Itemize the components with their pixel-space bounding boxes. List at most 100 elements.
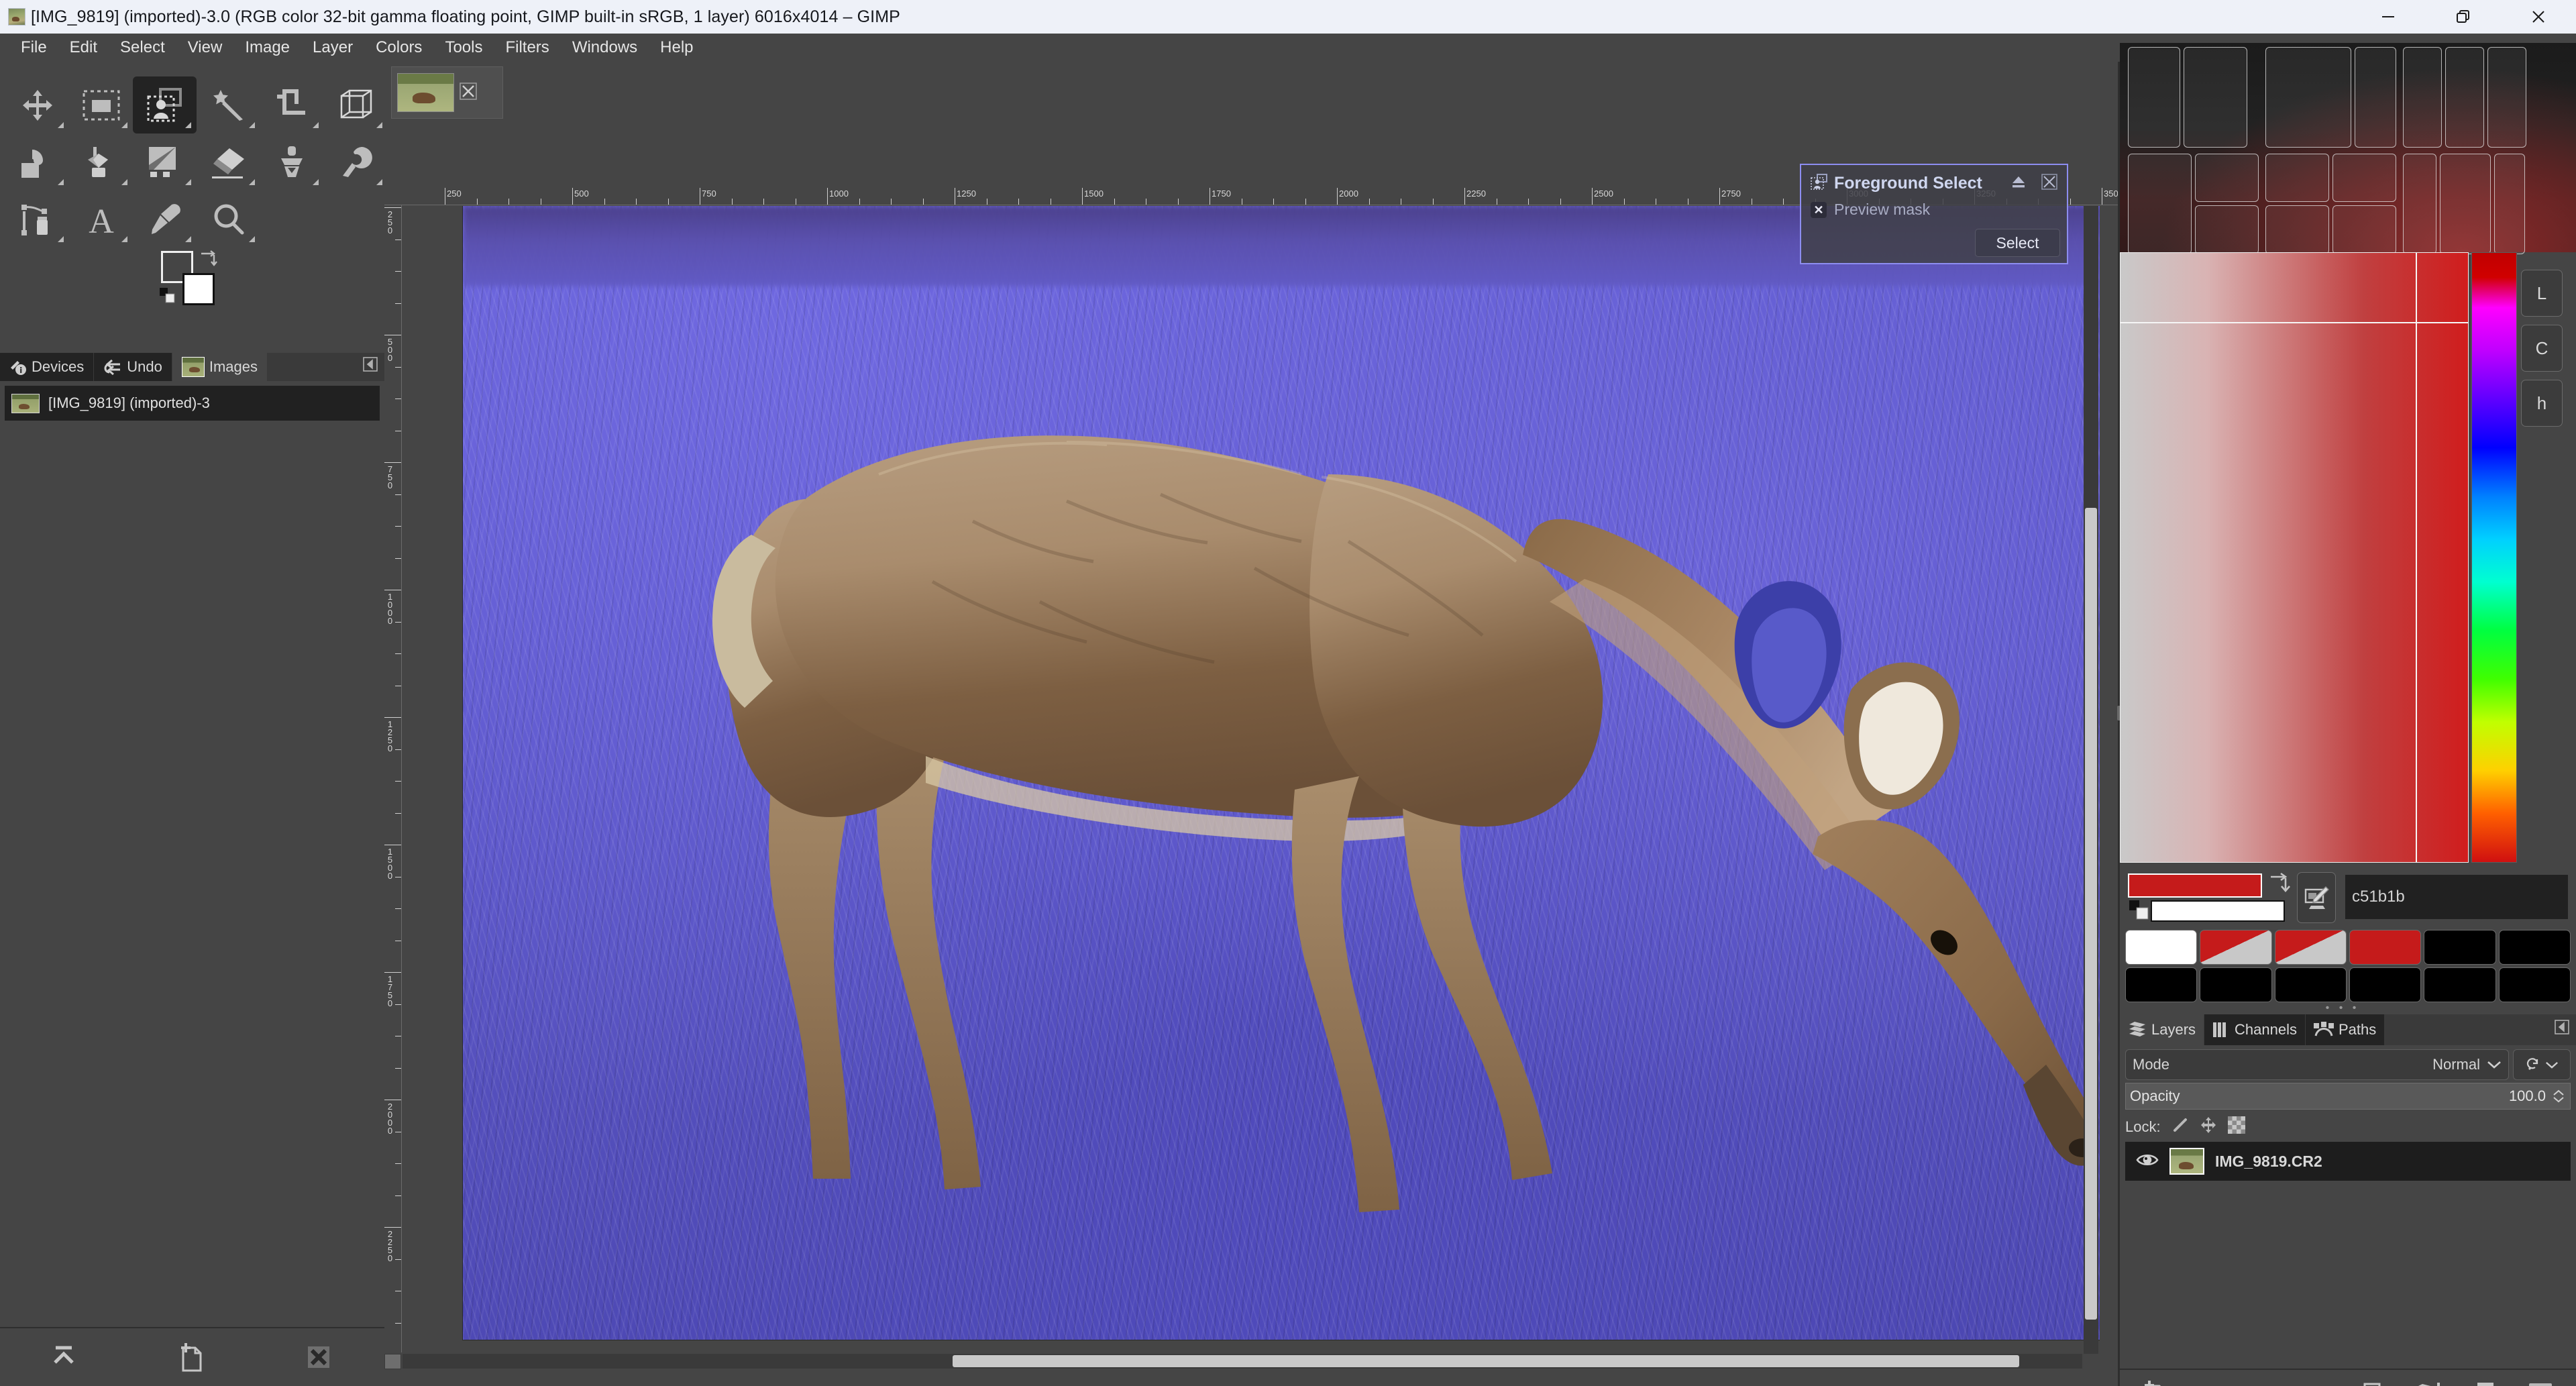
preview-mask-checkbox[interactable]: ✕ — [1811, 201, 1827, 218]
hex-color-input[interactable]: c51b1b — [2345, 875, 2568, 919]
new-layer-group-button[interactable] — [2190, 1374, 2231, 1386]
vertical-scrollbar[interactable] — [2084, 206, 2098, 1354]
preset-cell[interactable] — [2403, 47, 2442, 148]
hue-strip[interactable] — [2471, 252, 2517, 863]
foreground-select-dialog[interactable]: Foreground Select ✕ Preview mask Select — [1800, 164, 2068, 264]
palette-swatch[interactable] — [2498, 967, 2571, 1002]
navigation-preview-button[interactable] — [2082, 1354, 2100, 1369]
zoom-tool[interactable] — [197, 191, 260, 248]
swap-colors-icon[interactable] — [2267, 872, 2290, 897]
fuzzy-select-tool[interactable] — [197, 76, 260, 134]
close-tab-button[interactable] — [460, 82, 477, 103]
palette-swatch[interactable] — [2274, 930, 2347, 965]
swap-colors-icon[interactable] — [199, 250, 219, 272]
lock-pixels-icon[interactable] — [2171, 1116, 2189, 1138]
preset-cell[interactable] — [2355, 47, 2396, 148]
default-colors-icon[interactable] — [160, 288, 176, 307]
menu-image[interactable]: Image — [233, 37, 301, 58]
tab-images[interactable]: Images — [172, 353, 268, 381]
vertical-ruler[interactable]: 250 500 750 1000 1250 1500 1750 2000 2250 — [384, 205, 402, 1352]
lock-alpha-icon[interactable] — [2227, 1116, 2245, 1138]
opacity-slider[interactable]: Opacity 100.0 — [2125, 1083, 2571, 1110]
background-color-swatch[interactable] — [182, 273, 215, 305]
tab-layers[interactable]: Layers — [2120, 1014, 2205, 1045]
menu-edit[interactable]: Edit — [58, 37, 109, 58]
menu-help[interactable]: Help — [649, 37, 704, 58]
quickmask-toggle[interactable] — [384, 1354, 401, 1369]
tab-channels[interactable]: Channels — [2204, 1014, 2306, 1045]
layer-mask-button[interactable] — [2465, 1374, 2506, 1386]
rectangle-select-tool[interactable] — [69, 76, 133, 134]
duplicate-layer-button[interactable] — [2355, 1374, 2396, 1386]
preset-cell[interactable] — [2128, 154, 2192, 254]
unified-transform-tool[interactable] — [324, 76, 388, 134]
palette-swatch[interactable] — [2200, 967, 2272, 1002]
delete-layer-button[interactable] — [2520, 1374, 2561, 1386]
background-color-swatch[interactable] — [2151, 900, 2285, 922]
preview-mask-row[interactable]: ✕ Preview mask — [1811, 201, 2057, 219]
text-tool[interactable]: A — [69, 191, 133, 248]
preset-cell[interactable] — [2195, 154, 2259, 202]
image-tab[interactable] — [391, 66, 503, 119]
crop-tool[interactable] — [260, 76, 324, 134]
foreground-select-tool[interactable] — [133, 76, 197, 134]
detach-button[interactable] — [2010, 174, 2027, 193]
tab-undo[interactable]: Undo — [94, 353, 172, 381]
preset-cell[interactable] — [2440, 154, 2491, 254]
palette-swatch[interactable] — [2424, 967, 2496, 1002]
preset-cell[interactable] — [2265, 205, 2329, 254]
canvas-viewport[interactable] — [402, 206, 2100, 1353]
raise-to-top-button[interactable] — [0, 1328, 127, 1386]
preset-cell[interactable] — [2445, 47, 2484, 148]
close-button[interactable] — [2501, 0, 2576, 34]
menu-filters[interactable]: Filters — [494, 37, 560, 58]
lch-button-c[interactable]: C — [2521, 325, 2563, 372]
merge-down-button[interactable] — [2410, 1374, 2451, 1386]
preset-cell[interactable] — [2128, 47, 2180, 148]
close-dialog-button[interactable] — [2041, 173, 2057, 193]
palette-swatch[interactable] — [2349, 930, 2422, 965]
layer-mode-dropdown[interactable]: Mode Normal — [2125, 1049, 2509, 1080]
preset-cell[interactable] — [2265, 154, 2329, 202]
restore-button[interactable] — [2426, 0, 2501, 34]
layer-row[interactable]: IMG_9819.CR2 — [2125, 1142, 2571, 1181]
horizontal-scrollbar[interactable] — [402, 1354, 2082, 1369]
default-colors-icon[interactable] — [2129, 900, 2149, 924]
new-layer-button[interactable] — [2135, 1374, 2176, 1386]
minimize-button[interactable] — [2351, 0, 2426, 34]
palette-swatch[interactable] — [2274, 967, 2347, 1002]
new-image-button[interactable] — [127, 1328, 255, 1386]
foreground-color-swatch[interactable] — [2128, 873, 2262, 898]
menu-tools[interactable]: Tools — [433, 37, 494, 58]
select-button[interactable]: Select — [1975, 229, 2060, 257]
move-tool[interactable] — [5, 76, 69, 134]
bucket-fill-tool[interactable] — [5, 134, 69, 191]
preset-cell[interactable] — [2332, 205, 2396, 254]
opacity-stepper[interactable] — [2551, 1089, 2566, 1103]
menu-file[interactable]: File — [9, 37, 58, 58]
layer-visibility-toggle[interactable] — [2136, 1151, 2159, 1172]
lock-position-icon[interactable] — [2200, 1116, 2217, 1138]
preset-cell[interactable] — [2487, 47, 2526, 148]
preset-cell[interactable] — [2265, 47, 2351, 148]
lch-button-h[interactable]: h — [2521, 380, 2563, 427]
gradient-tool[interactable] — [69, 134, 133, 191]
menu-windows[interactable]: Windows — [561, 37, 649, 58]
menu-select[interactable]: Select — [109, 37, 176, 58]
blend-space-dropdown[interactable] — [2513, 1049, 2571, 1080]
smudge-tool[interactable] — [324, 134, 388, 191]
lower-layer-button[interactable] — [2300, 1374, 2341, 1386]
palette-swatch[interactable] — [2125, 930, 2198, 965]
preset-cell[interactable] — [2195, 205, 2259, 254]
menu-view[interactable]: View — [176, 37, 234, 58]
tab-devices[interactable]: Devices — [0, 353, 95, 381]
palette-swatch[interactable] — [2349, 967, 2422, 1002]
preset-cell[interactable] — [2184, 47, 2247, 148]
raise-layer-button[interactable] — [2245, 1374, 2286, 1386]
clone-tool[interactable] — [260, 134, 324, 191]
preset-cell[interactable] — [2494, 154, 2525, 254]
scrollbar-thumb[interactable] — [2085, 508, 2097, 1320]
dock-menu-icon[interactable] — [363, 357, 378, 375]
palette-swatch[interactable] — [2200, 930, 2272, 965]
delete-image-button[interactable] — [255, 1328, 382, 1386]
